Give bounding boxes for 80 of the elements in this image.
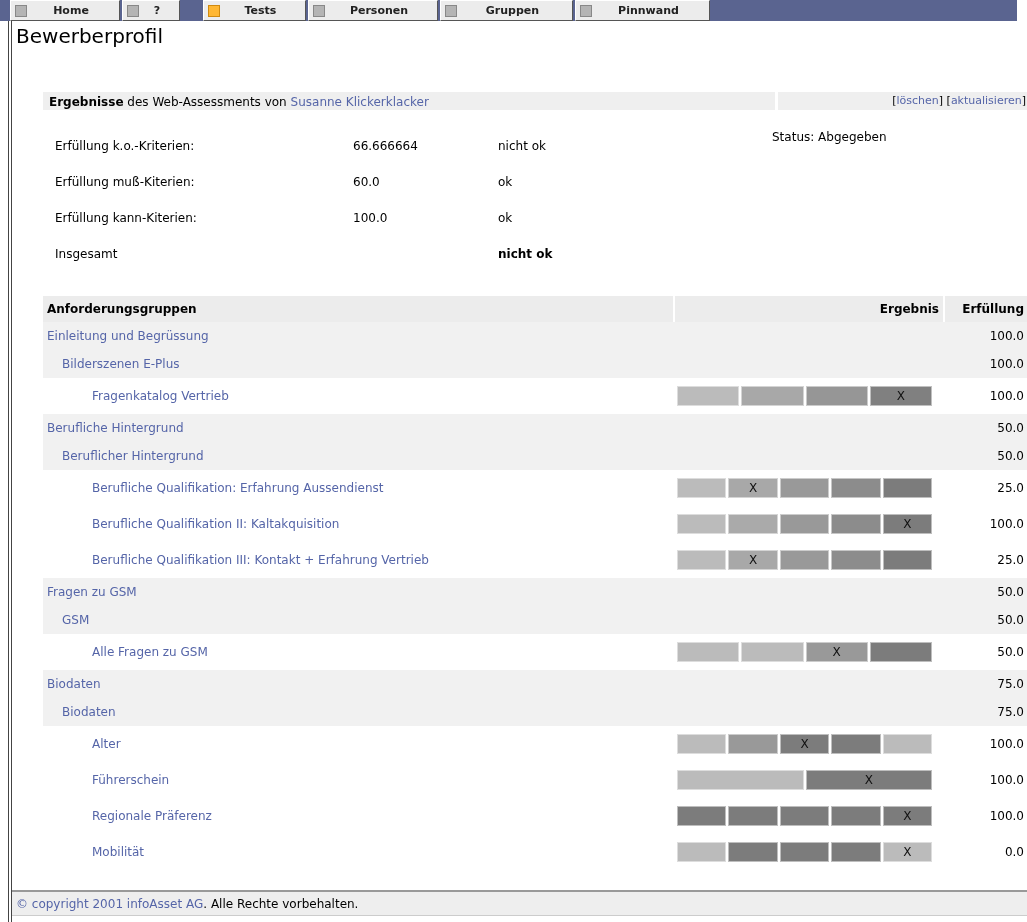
score-cell-text: 100.0	[988, 808, 1025, 825]
score-cell-text: 100.0	[988, 736, 1025, 753]
group-link[interactable]: Regionale Präferenz	[92, 809, 212, 823]
criterion-label: Insgesamt	[55, 246, 119, 263]
group-link[interactable]: Führerschein	[92, 773, 170, 787]
group-link[interactable]: Einleitung und Begrüssung	[47, 329, 209, 343]
action-link[interactable]: löschen	[896, 94, 939, 107]
square-icon	[580, 4, 592, 17]
criterion-verdict: nicht ok	[498, 246, 554, 263]
criterion-verdict: ok	[498, 210, 514, 227]
group-link[interactable]: Biodaten	[47, 677, 101, 691]
nav-tab[interactable]: Personen	[308, 0, 438, 21]
scale-segment: X	[882, 842, 933, 862]
group-link[interactable]: Berufliche Qualifikation: Erfahrung Aussendienst	[92, 481, 384, 495]
group-link[interactable]: Mobilität	[92, 845, 145, 859]
nav-tab[interactable]: Pinnwand	[575, 0, 710, 21]
square-icon	[313, 4, 325, 17]
scale-segment: X	[805, 642, 868, 662]
criterion-label: Erfüllung k.o.-Kriterien:	[55, 138, 196, 155]
group-link[interactable]: Fragenkatalog Vertrieb	[92, 389, 229, 403]
group-link[interactable]: GSM	[62, 613, 90, 627]
score-cell: 100.0	[943, 322, 1027, 350]
nav-tab[interactable]: Home	[10, 0, 120, 21]
score-cell: 100.0	[943, 350, 1027, 378]
score-cell-text: 100.0	[988, 516, 1025, 533]
action-link[interactable]: aktualisieren	[950, 94, 1022, 107]
score-cell: 50.0	[943, 442, 1027, 470]
bracket-text: [	[946, 94, 951, 107]
group-link[interactable]: Berufliche Qualifikation II: Kaltakquisition	[92, 517, 340, 531]
score-cell: 50.0	[943, 578, 1027, 606]
score-cell-text: 0.0	[1003, 844, 1025, 861]
group-link[interactable]: Beruflicher Hintergrund	[62, 449, 204, 463]
group-link[interactable]: Biodaten	[62, 705, 116, 719]
page-title: Bewerberprofil	[15, 23, 164, 50]
criterion-value: 100.0	[353, 210, 389, 227]
scale-segment: X	[869, 386, 932, 406]
group-link[interactable]: Alle Fragen zu GSM	[92, 645, 208, 659]
criterion-label: Erfüllung muß-Kiterien:	[55, 174, 196, 191]
score-cell: 75.0	[943, 670, 1027, 698]
score-cell: 75.0	[943, 698, 1027, 726]
column-header: Anforderungsgruppen	[43, 296, 673, 322]
group-link[interactable]: Berufliche Hintergrund	[47, 421, 184, 435]
column-header: Ergebnis	[673, 296, 943, 322]
score-cell-text: 100.0	[988, 388, 1025, 405]
square-icon	[445, 4, 457, 17]
score-cell: 50.0	[943, 414, 1027, 442]
results-heading: Ergebnisse des Web-Assessments von Susanne Klickerklacker	[43, 92, 775, 110]
scale-segment: X	[728, 478, 778, 498]
score-cell: 50.0	[943, 606, 1027, 634]
scale-segment: X	[728, 550, 778, 570]
scale-segment: X	[882, 806, 933, 826]
bracket-text: ]	[938, 94, 944, 107]
criterion-value: 60.0	[353, 174, 381, 191]
score-cell-text: 100.0	[988, 772, 1025, 789]
scale-segment: X	[779, 734, 830, 754]
nav-tab[interactable]: Tests	[203, 0, 306, 21]
group-link[interactable]: Berufliche Qualifikation III: Kontakt + Erfahrung Vertrieb	[92, 553, 429, 567]
status-text: Status: Abgegeben	[772, 130, 887, 146]
scale-segment: X	[882, 514, 933, 534]
criterion-verdict: ok	[498, 174, 514, 191]
criterion-verdict: nicht ok	[498, 138, 547, 155]
criterion-label: Erfüllung kann-Kiterien:	[55, 210, 198, 227]
nav-tab[interactable]: Gruppen	[440, 0, 573, 21]
copyright-text: © copyright 2001 infoAsset AG. Alle Rechte vorbehalten.	[16, 896, 359, 911]
square-icon	[208, 4, 220, 17]
group-link[interactable]: Alter	[92, 737, 121, 751]
group-link[interactable]: Fragen zu GSM	[47, 585, 137, 599]
square-icon	[127, 4, 139, 17]
scale-segment: X	[805, 770, 932, 790]
bracket-text: [	[892, 94, 897, 107]
square-icon	[15, 4, 27, 17]
score-cell-text: 25.0	[996, 480, 1025, 497]
score-cell-text: 50.0	[996, 644, 1025, 661]
score-cell-text: 25.0	[996, 552, 1025, 569]
person-link[interactable]: Susanne Klickerklacker	[290, 95, 429, 109]
criterion-value: 66.666664	[353, 138, 419, 155]
column-header: Erfüllung	[943, 296, 1027, 322]
group-link[interactable]: Bilderszenen E-Plus	[62, 357, 180, 371]
bracket-text: ]	[1021, 94, 1026, 107]
nav-tab[interactable]: ?	[122, 0, 180, 21]
